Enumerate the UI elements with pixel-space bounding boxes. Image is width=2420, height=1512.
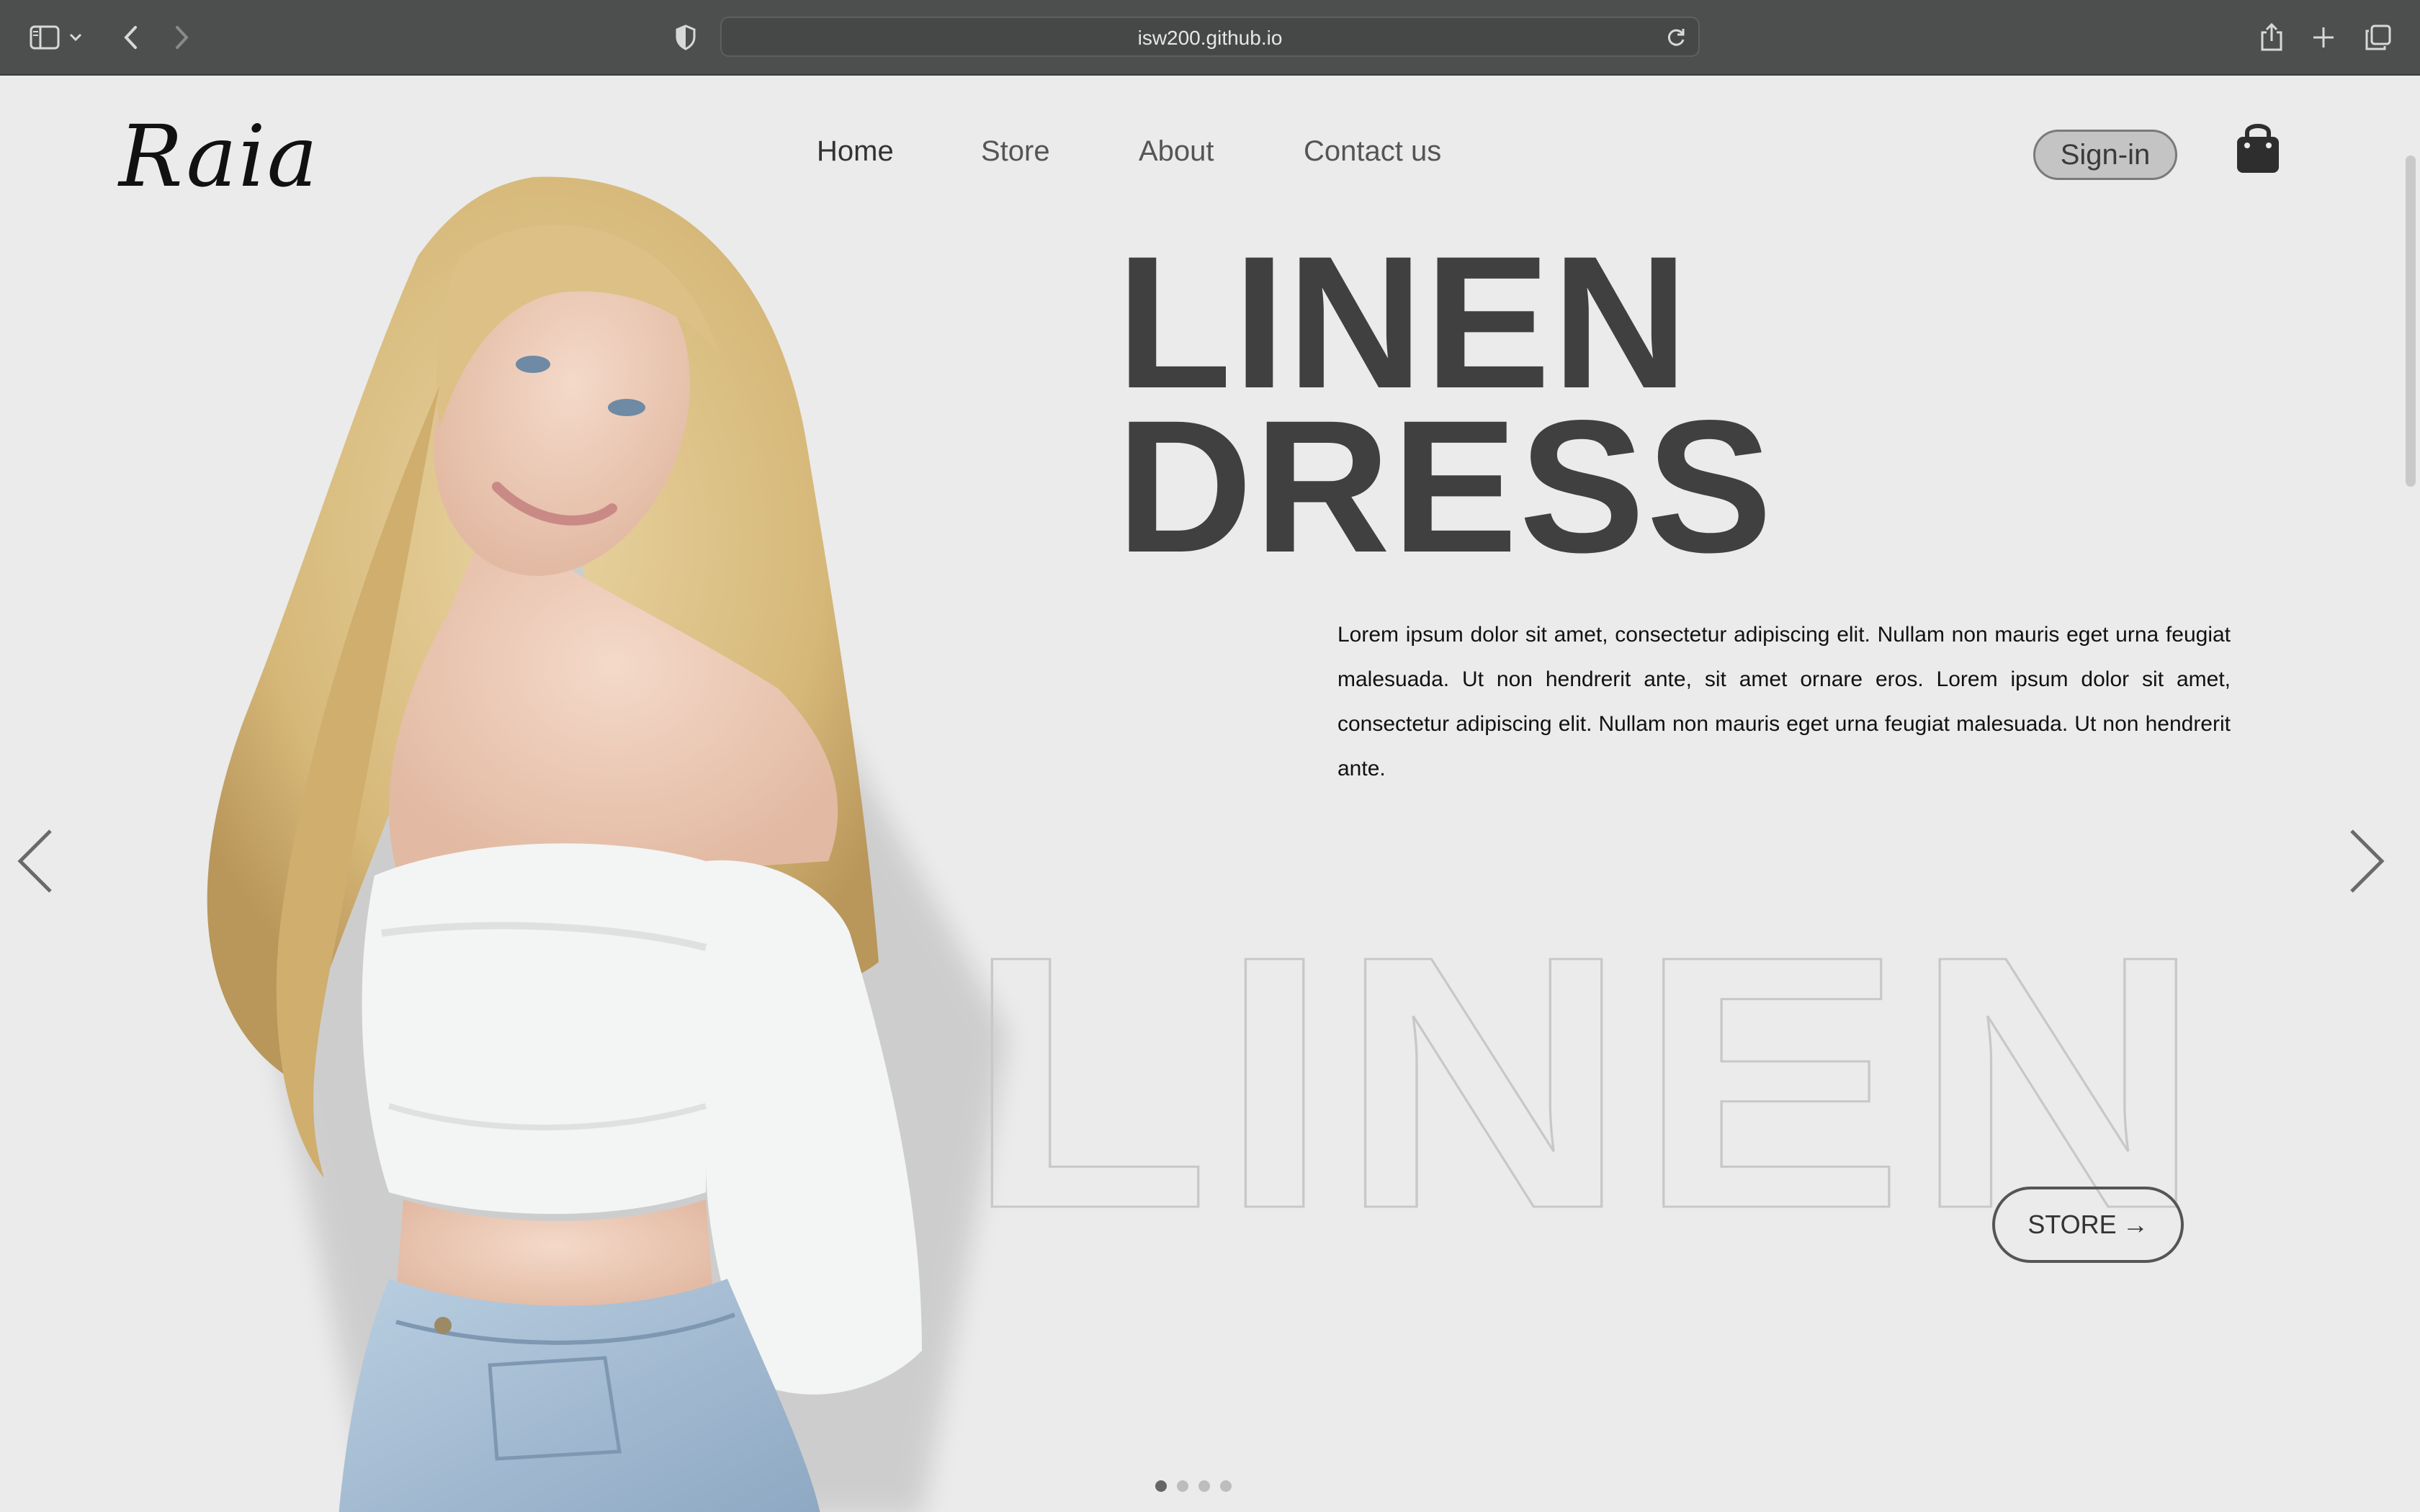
carousel-indicators	[1155, 1480, 1232, 1492]
carousel-dot[interactable]	[1220, 1480, 1232, 1492]
store-button-label: STORE	[2027, 1210, 2117, 1239]
hero-title: LINEN DRESS	[1116, 217, 1774, 592]
hero-title-line1: LINEN	[1116, 217, 1690, 428]
carousel-prev-icon[interactable]	[14, 825, 58, 897]
arrow-right-icon: →	[2122, 1210, 2148, 1239]
tabs-overview-icon[interactable]	[2361, 20, 2396, 55]
store-button[interactable]: STORE →	[1992, 1187, 2184, 1263]
hero-description: Lorem ipsum dolor sit amet, consectetur …	[1337, 623, 2231, 780]
web-page: Raia Home Store About Contact us Sign-in…	[0, 76, 2420, 1512]
model-photo	[207, 176, 1008, 1512]
share-icon[interactable]	[2254, 20, 2289, 55]
chevron-down-icon[interactable]	[65, 20, 86, 55]
browser-toolbar: isw200.github.io	[0, 0, 2420, 76]
nav-about-link[interactable]: About	[1139, 135, 1214, 168]
carousel-next-icon[interactable]	[2344, 825, 2388, 897]
carousel-dot[interactable]	[1155, 1480, 1167, 1492]
nav-store-link[interactable]: Store	[981, 135, 1050, 168]
sign-in-button[interactable]: Sign-in	[2033, 130, 2177, 180]
nav-contact-link[interactable]: Contact us	[1304, 135, 1441, 168]
reload-icon[interactable]	[1664, 25, 1688, 50]
forward-icon[interactable]	[164, 20, 199, 55]
scrollbar-thumb[interactable]	[2406, 156, 2416, 487]
carousel-dot[interactable]	[1177, 1480, 1188, 1492]
shield-icon[interactable]	[668, 20, 703, 55]
carousel-dot[interactable]	[1198, 1480, 1210, 1492]
url-text: isw200.github.io	[1137, 27, 1283, 49]
shopping-bag-icon[interactable]	[2233, 120, 2283, 176]
hero-title-line2: DRESS	[1116, 381, 1774, 592]
back-icon[interactable]	[114, 20, 148, 55]
address-bar[interactable]: isw200.github.io	[720, 17, 1700, 57]
nav-home-link[interactable]: Home	[817, 135, 894, 168]
brand-logo[interactable]: Raia	[119, 107, 319, 206]
sidebar-icon[interactable]	[27, 20, 62, 55]
new-tab-icon[interactable]	[2306, 20, 2341, 55]
